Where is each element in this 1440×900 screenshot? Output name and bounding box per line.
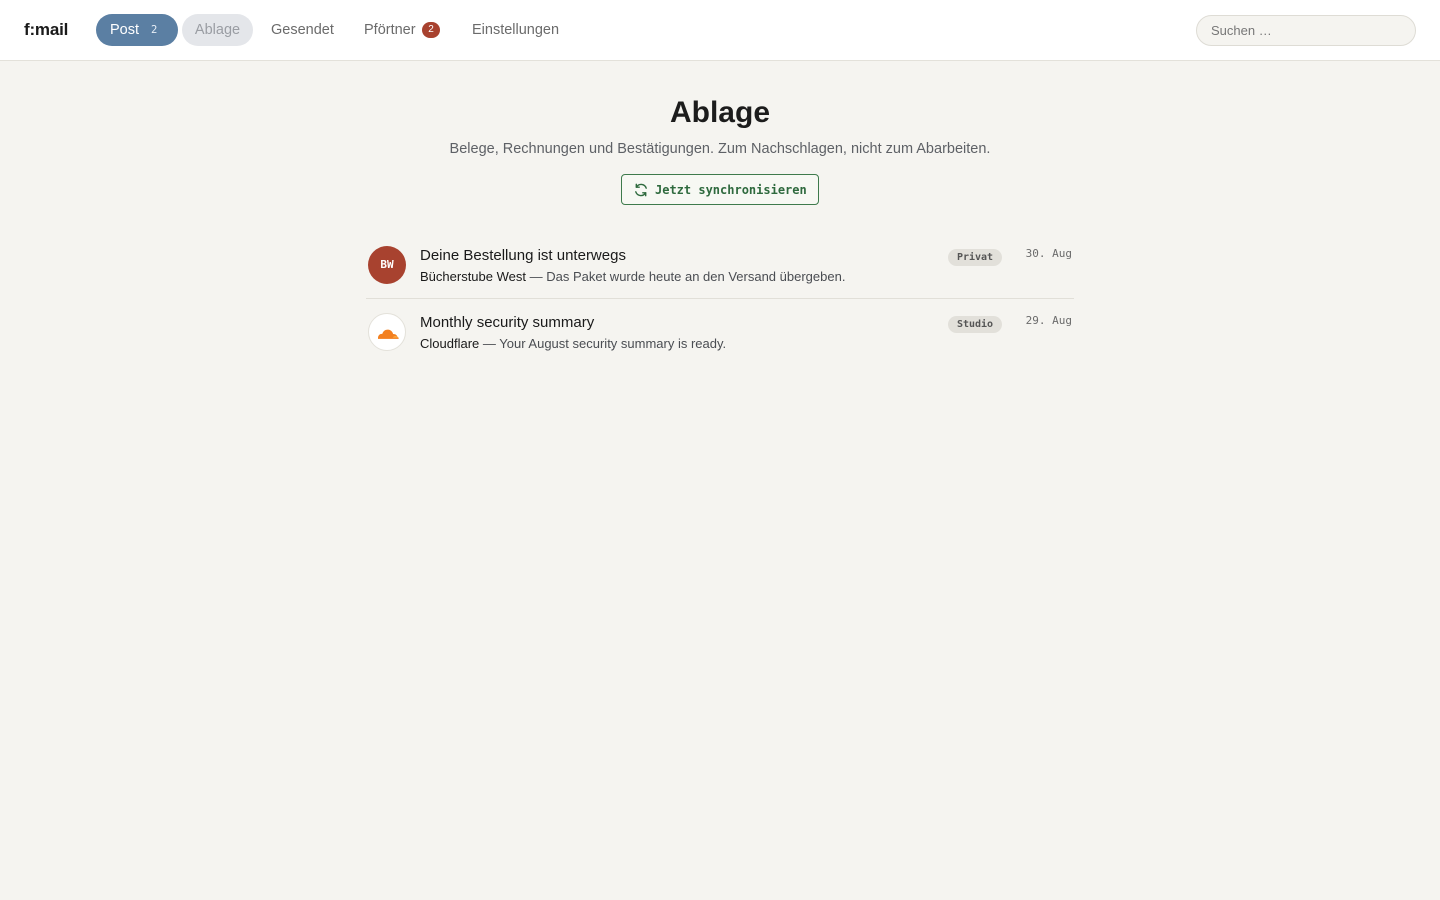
message-row[interactable]: Monthly security summary Cloudflare — Yo… xyxy=(366,299,1074,366)
message-date: 30. Aug xyxy=(1025,247,1072,260)
message-sender: Bücherstube West xyxy=(420,269,526,284)
message-preview: Cloudflare — Your August security summar… xyxy=(420,336,726,351)
preview-separator: — xyxy=(479,336,500,351)
message-sender: Cloudflare xyxy=(420,336,480,351)
sync-now-label: Jetzt synchronisieren xyxy=(655,183,807,197)
page-subtitle: Belege, Rechnungen und Bestätigungen. Zu… xyxy=(449,141,991,157)
cloudflare-cloud-icon xyxy=(378,329,399,339)
nav-tab-post-label: Post xyxy=(110,22,140,38)
app-logo[interactable]: f:mail xyxy=(24,20,68,40)
message-tag: Privat xyxy=(948,249,1002,266)
message-snippet: Das Paket wurde heute an den Versand übe… xyxy=(546,269,846,284)
message-date: 29. Aug xyxy=(1025,314,1072,327)
message-preview: Bücherstube West — Das Paket wurde heute… xyxy=(420,269,845,284)
page-title: Ablage xyxy=(669,96,771,129)
sender-avatar xyxy=(368,313,406,351)
message-subject: Monthly security summary xyxy=(420,314,595,331)
preview-separator: — xyxy=(525,269,547,284)
refresh-icon xyxy=(635,183,647,197)
pfoertner-count-badge: 2 xyxy=(422,22,440,38)
nav-tab-post[interactable]: Post 2 xyxy=(96,14,178,46)
nav-tab-ablage[interactable]: Ablage xyxy=(182,14,253,46)
message-tag: Studio xyxy=(948,316,1002,333)
nav-tab-pfoertner-label: Pförtner xyxy=(364,22,416,38)
message-snippet: Your August security summary is ready. xyxy=(499,336,727,351)
nav-tab-pfoertner[interactable]: Pförtner 2 xyxy=(364,14,440,46)
message-row[interactable]: BW Deine Bestellung ist unterwegs Bücher… xyxy=(366,232,1074,299)
message-subject: Deine Bestellung ist unterwegs xyxy=(420,247,626,264)
top-bar: f:mail Post 2 Ablage Gesendet Pförtner 2… xyxy=(0,0,1440,61)
post-unread-count: 2 xyxy=(151,24,158,36)
nav-tab-gesendet[interactable]: Gesendet xyxy=(271,14,334,46)
sender-avatar: BW xyxy=(368,246,406,284)
sync-now-button[interactable]: Jetzt synchronisieren xyxy=(621,174,819,205)
nav-tab-einstellungen[interactable]: Einstellungen xyxy=(472,14,559,46)
search-input[interactable] xyxy=(1196,15,1416,46)
